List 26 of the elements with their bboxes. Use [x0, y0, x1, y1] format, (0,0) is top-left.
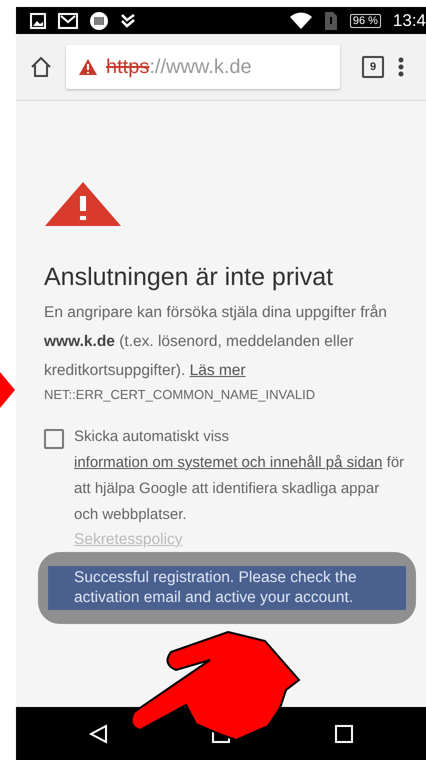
overview-icon	[334, 724, 354, 744]
report-text: Skicka automatiskt viss information om systemet och innehåll på sidan för att hjälpa Google att identifiera skadliga appar och webbplatser.	[74, 427, 406, 525]
url-text: ://www.k.de	[149, 56, 252, 78]
arrow-tip-drawing	[0, 372, 15, 408]
warning-icon	[44, 181, 122, 227]
page-heading: Anslutningen är inte privat	[44, 263, 334, 292]
toast-message: Successful registration. Please check the activation email and active your account.	[48, 566, 406, 610]
url-scheme: https	[106, 56, 150, 78]
clock-time: 13:4	[392, 10, 426, 30]
barcode-icon	[90, 12, 108, 30]
image-icon	[30, 12, 46, 28]
battery-level: 96 %	[350, 14, 381, 28]
home-icon	[30, 56, 52, 78]
menu-icon	[398, 56, 404, 78]
address-bar[interactable]: https://www.k.de	[66, 45, 340, 89]
tab-count-button[interactable]: 9	[362, 56, 384, 78]
mail-icon	[58, 12, 78, 30]
learn-more-link[interactable]: Läs mer	[190, 362, 246, 379]
warning-icon	[78, 58, 98, 76]
back-icon	[88, 724, 108, 744]
sim-icon	[324, 10, 338, 30]
system-info-link[interactable]: information om systemet och innehåll på sidan	[74, 454, 382, 471]
warning-paragraph: En angripare kan försöka stjäla dina uppgifter från www.k.de (t.ex. lösenord, meddelanden eller kreditkortsuppgifter). Läs mer	[44, 303, 388, 381]
error-code: NET::ERR_CERT_COMMON_NAME_INVALID	[44, 387, 316, 402]
report-checkbox[interactable]	[44, 429, 64, 449]
wifi-icon	[290, 12, 312, 30]
